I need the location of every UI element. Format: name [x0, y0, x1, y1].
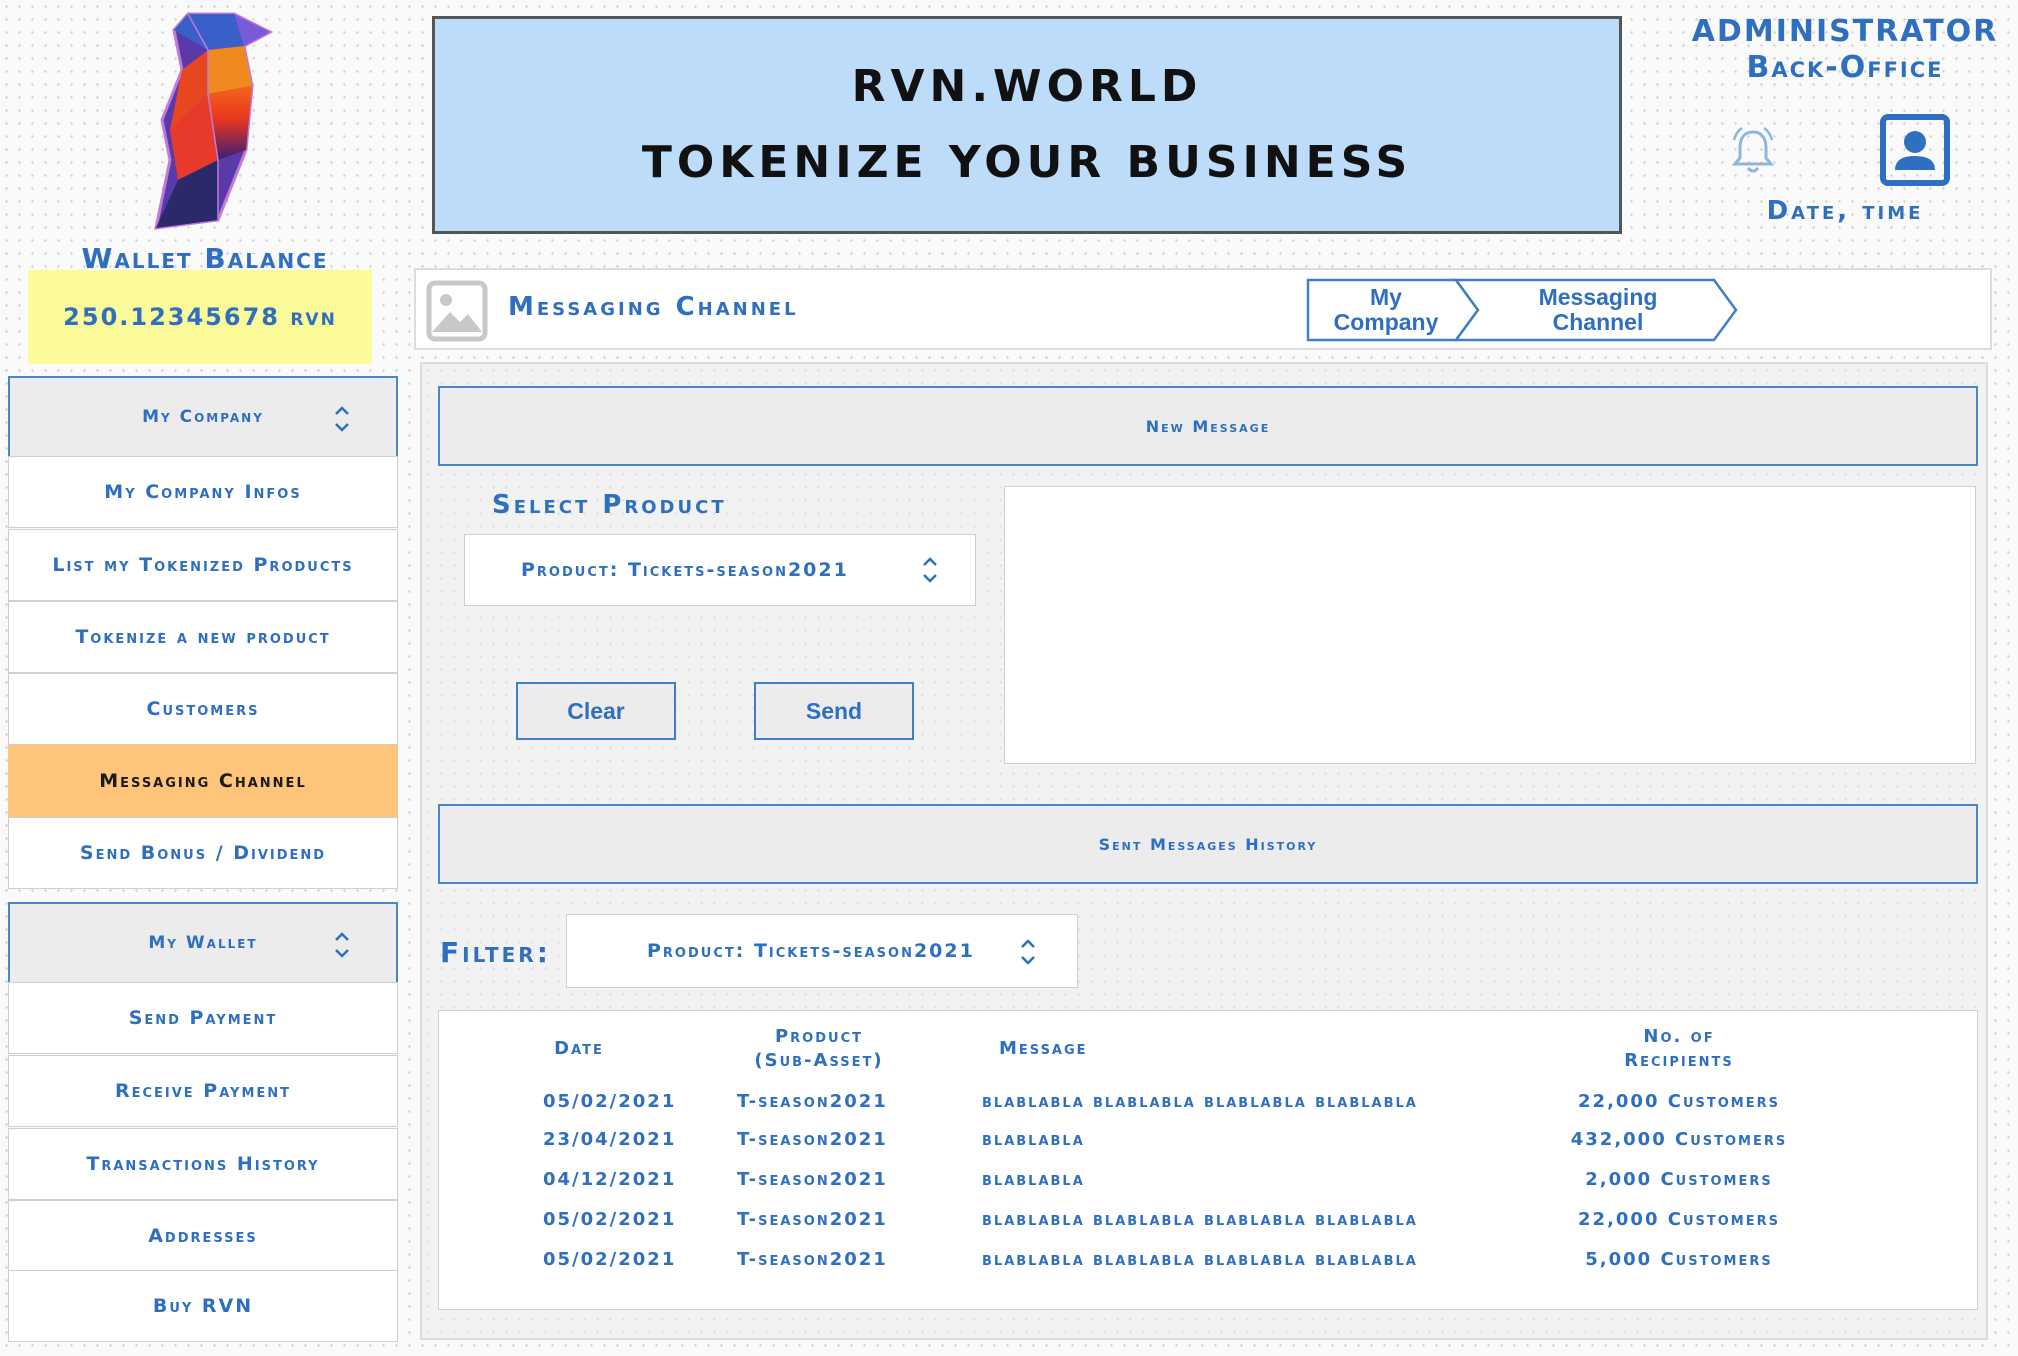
column-header-recipients: No. of Recipients	[1559, 1025, 1799, 1073]
column-header-recipients-line2: Recipients	[1624, 1050, 1734, 1071]
sidebar-item-tokenize-new-product[interactable]: Tokenize a new product	[8, 601, 398, 673]
page-title: Messaging Channel	[508, 292, 799, 322]
row-date: 05/02/2021	[543, 1209, 677, 1230]
product-select[interactable]: Product: Tickets-season2021	[464, 534, 976, 606]
column-header-product: Product (Sub-Asset)	[719, 1025, 919, 1073]
sidebar-item-messaging-channel[interactable]: Messaging Channel	[8, 745, 398, 817]
row-date: 23/04/2021	[543, 1129, 677, 1150]
raven-logo	[154, 12, 274, 230]
breadcrumb-item-line: Company	[1333, 309, 1439, 335]
image-placeholder-icon	[426, 280, 488, 342]
breadcrumb: My Company Messaging Channel	[1306, 278, 1738, 342]
row-product: T-season2021	[737, 1209, 888, 1230]
row-recipients: 22,000 Customers	[1578, 1209, 1780, 1230]
sidebar-item-company-infos[interactable]: My Company Infos	[8, 456, 398, 528]
sent-messages-table: Date Product (Sub-Asset) Message No. of …	[438, 1010, 1978, 1310]
row-date: 04/12/2021	[543, 1169, 677, 1190]
breadcrumb-item-line: Messaging	[1538, 284, 1658, 310]
row-message: blablabla blablabla blablabla blablabla	[982, 1091, 1418, 1112]
title-banner: RVN.WORLD TOKENIZE YOUR BUSINESS	[432, 16, 1622, 234]
sidebar-item-send-bonus-dividend[interactable]: Send Bonus / Dividend	[8, 817, 398, 889]
row-message: blablabla	[982, 1169, 1085, 1190]
message-textarea[interactable]	[1004, 486, 1976, 764]
chevron-updown-icon	[335, 932, 349, 958]
sidebar-wallet-header-label: My Wallet	[148, 933, 258, 953]
user-profile-icon[interactable]	[1880, 114, 1950, 186]
admin-title: ADMINISTRATOR	[1691, 14, 1999, 49]
column-header-product-line2: (Sub-Asset)	[754, 1050, 884, 1071]
banner-subtitle: TOKENIZE YOUR BUSINESS	[641, 137, 1413, 188]
date-time: Date, time	[1766, 196, 1924, 226]
sidebar-company-dropdown[interactable]: My Company	[8, 376, 398, 458]
admin-label: ADMINISTRATOR Back-Office	[1680, 14, 2010, 86]
row-product: T-season2021	[737, 1249, 888, 1270]
column-header-recipients-line1: No. of	[1643, 1026, 1715, 1047]
row-message: blablabla	[982, 1129, 1085, 1150]
breadcrumb-item-messaging-channel[interactable]: Messaging Channel	[1478, 285, 1718, 335]
row-date: 05/02/2021	[543, 1091, 677, 1112]
select-product-label: Select Product	[492, 490, 727, 520]
breadcrumb-item-line: My	[1370, 284, 1402, 310]
wallet-balance-value: 250.12345678 rvn	[28, 270, 372, 364]
sidebar-item-list-tokenized-products[interactable]: List my Tokenized Products	[8, 529, 398, 601]
sidebar-item-transactions-history[interactable]: Transactions History	[8, 1128, 398, 1200]
send-button[interactable]: Send	[754, 682, 914, 740]
row-product: T-season2021	[737, 1091, 888, 1112]
row-product: T-season2021	[737, 1169, 888, 1190]
column-header-message: Message	[999, 1038, 1088, 1059]
row-date: 05/02/2021	[543, 1249, 677, 1270]
sidebar-item-buy-rvn[interactable]: Buy RVN	[8, 1270, 398, 1342]
row-message: blablabla blablabla blablabla blablabla	[982, 1249, 1418, 1270]
sidebar-item-addresses[interactable]: Addresses	[8, 1200, 398, 1272]
product-select-value: Product: Tickets-season2021	[521, 559, 849, 581]
row-message: blablabla blablabla blablabla blablabla	[982, 1209, 1418, 1230]
column-header-product-line1: Product	[774, 1026, 863, 1047]
breadcrumb-item-line: Channel	[1552, 309, 1644, 335]
banner-title: RVN.WORLD	[851, 61, 1203, 112]
row-recipients: 432,000 Customers	[1570, 1129, 1788, 1150]
breadcrumb-item-my-company[interactable]: My Company	[1306, 285, 1466, 335]
sent-history-section-header: Sent Messages History	[438, 804, 1978, 884]
admin-subtitle: Back-Office	[1746, 50, 1944, 85]
row-product: T-season2021	[737, 1129, 888, 1150]
column-header-date: Date	[554, 1038, 604, 1059]
row-recipients: 22,000 Customers	[1578, 1091, 1780, 1112]
clear-button[interactable]: Clear	[516, 682, 676, 740]
filter-label: Filter:	[440, 936, 551, 969]
filter-select-value: Product: Tickets-season2021	[647, 940, 975, 962]
chevron-updown-icon	[335, 406, 349, 432]
filter-product-select[interactable]: Product: Tickets-season2021	[566, 914, 1078, 988]
sidebar-item-customers[interactable]: Customers	[8, 673, 398, 745]
sidebar-wallet-dropdown[interactable]: My Wallet	[8, 902, 398, 984]
sidebar-item-receive-payment[interactable]: Receive Payment	[8, 1055, 398, 1127]
row-recipients: 5,000 Customers	[1585, 1249, 1773, 1270]
sidebar-company-header-label: My Company	[142, 407, 264, 427]
row-recipients: 2,000 Customers	[1585, 1169, 1773, 1190]
sidebar-item-send-payment[interactable]: Send Payment	[8, 982, 398, 1054]
bell-icon[interactable]	[1730, 126, 1776, 176]
new-message-section-header: New Message	[438, 386, 1978, 466]
chevron-updown-icon	[1021, 939, 1035, 965]
chevron-updown-icon	[923, 557, 937, 583]
